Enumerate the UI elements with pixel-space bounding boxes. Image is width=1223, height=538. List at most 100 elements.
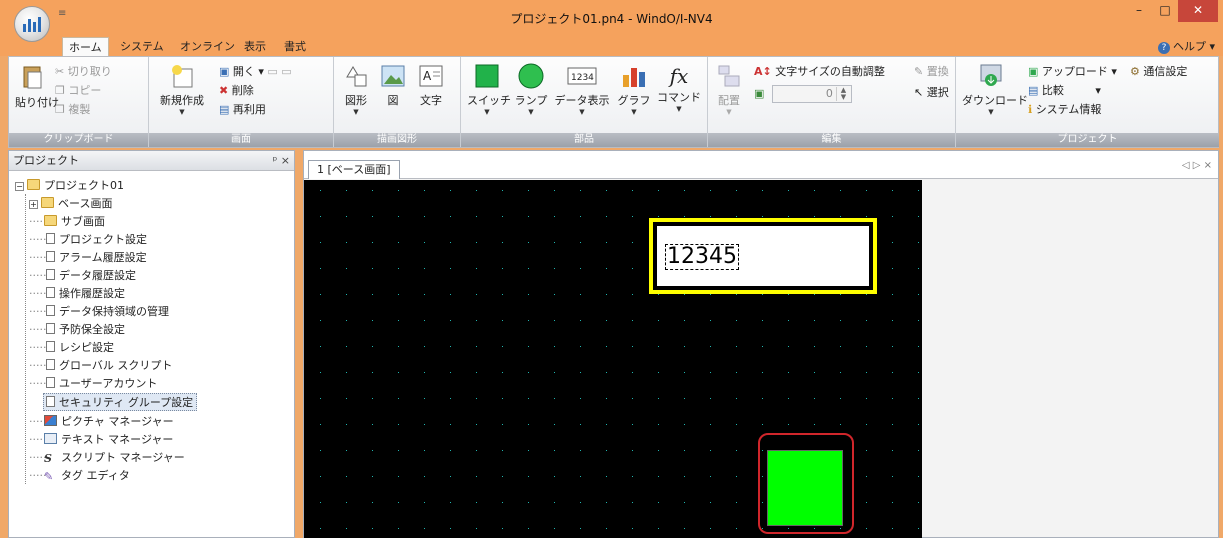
tab-home[interactable]: ホーム <box>62 37 109 56</box>
expand-icon[interactable]: + <box>29 200 38 209</box>
delete-button[interactable]: ✖ 削除 <box>219 82 254 98</box>
new-screen-button[interactable]: 新規作成 ▼ <box>157 63 207 116</box>
shape-label: 図形 <box>345 94 367 107</box>
lamp-label: ランプ <box>514 94 548 107</box>
replace-icon: ✎ <box>914 65 924 78</box>
auto-font-size-button[interactable]: A↕ 文字サイズの自動調整 <box>754 63 885 79</box>
duplicate-icon: ❐ <box>55 103 65 116</box>
reuse-label: 再利用 <box>232 103 266 116</box>
project-pane-header: プロジェクト ᵖ × <box>9 151 294 171</box>
bar-chart-icon <box>623 68 645 87</box>
ribbon-tab-row: ホーム システム オンライン 表示 書式 ? ヘルプ ▾ <box>0 34 1223 56</box>
delete-label: 削除 <box>231 84 254 97</box>
spin-arrows[interactable]: ▲ ▼ <box>835 87 850 101</box>
tab-base-screen-1[interactable]: 1 [ベース画面] <box>308 160 400 179</box>
application-menu-button[interactable] <box>14 6 50 42</box>
scissors-icon: ✂ <box>55 65 65 78</box>
command-button[interactable]: fx コマンド ▼ <box>657 63 701 113</box>
select-button[interactable]: ↖ 選択 <box>914 84 949 100</box>
system-info-button[interactable]: ℹ システム情報 <box>1028 101 1101 117</box>
lamp-icon <box>518 63 544 89</box>
reuse-button[interactable]: ▤ 再利用 <box>219 101 266 117</box>
close-button[interactable]: ✕ <box>1178 0 1218 22</box>
parts-group: スイッチ ▼ ランプ ▼ 1234 データ表示 ▼ グラフ ▼ fx コマンド … <box>461 57 708 147</box>
shape-button[interactable]: 図形 ▼ <box>340 63 372 116</box>
lamp-part[interactable] <box>767 450 843 526</box>
comm-settings-button[interactable]: ⚙ 通信設定 <box>1130 63 1187 79</box>
tree-item-label: プロジェクト設定 <box>59 233 147 246</box>
tree-item-project-settings[interactable]: ····· プロジェクト設定 <box>29 231 147 249</box>
open-button[interactable]: ▣ 開く ▾ ▭ ▭ <box>219 63 292 79</box>
document-area: 1 [ベース画面] ◁ ▷ × 12345 <box>303 150 1219 538</box>
duplicate-button[interactable]: ❐ 複製 <box>55 101 90 117</box>
switch-button[interactable]: スイッチ ▼ <box>467 63 511 116</box>
collapse-icon[interactable]: − <box>15 182 24 191</box>
tree-item-data-retention[interactable]: ····· データ保持領域の管理 <box>29 303 169 321</box>
clipboard-group-label: クリップボード <box>9 133 148 147</box>
tree-item-text-manager[interactable]: ····· テキスト マネージャー <box>29 431 173 449</box>
data-display-button[interactable]: 1234 データ表示 ▼ <box>553 63 611 116</box>
paste-button[interactable]: 貼り付け <box>15 63 59 110</box>
replace-button[interactable]: ✎ 置換 <box>914 63 949 79</box>
drawing-group-label: 描画図形 <box>334 133 460 147</box>
document-icon <box>46 377 55 388</box>
project-pane: プロジェクト ᵖ × − プロジェクト01 + ベース画面 ····· サブ画面 ··… <box>8 150 295 538</box>
copy-button[interactable]: ❐ コピー <box>55 82 101 98</box>
tree-item-tag-editor[interactable]: ·····✎ タグ エディタ <box>29 467 130 485</box>
upload-button[interactable]: ▣ アップロード ▾ <box>1028 63 1117 79</box>
arrange-button[interactable]: 配置 ▼ <box>714 63 744 116</box>
text-icon: A <box>419 65 443 87</box>
pane-pin-close-controls[interactable]: ᵖ × <box>273 151 290 170</box>
document-icon <box>46 233 55 244</box>
paste-label: 貼り付け <box>15 96 59 109</box>
tree-item-label: データ保持領域の管理 <box>59 305 169 318</box>
download-button[interactable]: ダウンロード ▼ <box>962 63 1028 116</box>
help-button[interactable]: ? ヘルプ ▾ <box>1157 38 1215 54</box>
figure-button[interactable]: 図 <box>378 63 408 108</box>
spin-control[interactable]: ▣ 0 ▲ ▼ <box>754 85 852 103</box>
tree-item-label: グローバル スクリプト <box>59 359 173 372</box>
tab-view[interactable]: 表示 <box>238 37 272 56</box>
tree-item-script-manager[interactable]: ·····S スクリプト マネージャー <box>29 449 185 467</box>
base-screen-canvas[interactable]: 12345 <box>304 180 922 538</box>
svg-text:A: A <box>423 69 432 83</box>
maximize-button[interactable]: □ <box>1152 0 1178 22</box>
compare-button[interactable]: ▤ 比較 ▾ <box>1028 82 1101 98</box>
graph-button[interactable]: グラフ ▼ <box>617 63 651 116</box>
lamp-button[interactable]: ランプ ▼ <box>513 63 549 116</box>
function-icon: fx <box>669 64 689 88</box>
tree-item-operation-history[interactable]: ····· 操作履歴設定 <box>29 285 125 303</box>
document-icon <box>46 287 55 298</box>
tree-item-user-account[interactable]: ····· ユーザーアカウント <box>29 375 157 393</box>
help-label: ヘルプ <box>1172 40 1206 53</box>
duplicate-label: 複製 <box>68 103 91 116</box>
tree-item-data-history[interactable]: ····· データ履歴設定 <box>29 267 136 285</box>
ribbon: 貼り付け ✂ 切り取り ❐ コピー ❐ 複製 クリップボード 新規作成 ▼ ▣ … <box>8 56 1219 148</box>
pointer-icon: ↖ <box>914 86 924 99</box>
tree-item-base-screen[interactable]: + ベース画面 <box>29 195 112 213</box>
document-tab-strip: 1 [ベース画面] ◁ ▷ × <box>304 151 1218 179</box>
delete-icon: ✖ <box>219 84 229 97</box>
tree-item-label: タグ エディタ <box>61 469 130 482</box>
minimize-button[interactable]: – <box>1126 0 1152 22</box>
tree-item-preventive-maintenance[interactable]: ····· 予防保全設定 <box>29 321 125 339</box>
cut-button[interactable]: ✂ 切り取り <box>55 63 112 79</box>
data-display-part[interactable]: 12345 <box>649 218 877 294</box>
tree-item-security-group[interactable]: セキュリティ グループ設定 <box>43 393 198 411</box>
tree-root[interactable]: − プロジェクト01 <box>15 177 124 195</box>
window-title: プロジェクト01.pn4 - WindO/I-NV4 <box>510 12 713 26</box>
tree-item-label: レシピ設定 <box>59 341 114 354</box>
help-icon: ? <box>1157 42 1170 54</box>
tree-item-recipe[interactable]: ····· レシピ設定 <box>29 339 114 357</box>
tree-item-picture-manager[interactable]: ····· ピクチャ マネージャー <box>29 413 174 431</box>
tab-system[interactable]: システム <box>114 37 170 56</box>
tab-online[interactable]: オンライン <box>174 37 241 56</box>
tree-item-sub-screen[interactable]: ····· サブ画面 <box>29 213 105 231</box>
project-pane-title: プロジェクト <box>13 154 79 167</box>
tab-format[interactable]: 書式 <box>278 37 312 56</box>
pane-splitter[interactable] <box>295 150 303 538</box>
tab-scroll-close-controls[interactable]: ◁ ▷ × <box>1182 160 1212 171</box>
text-button[interactable]: A 文字 <box>416 63 446 108</box>
tree-item-alarm-history[interactable]: ····· アラーム履歴設定 <box>29 249 147 267</box>
tree-item-global-script[interactable]: ····· グローバル スクリプト <box>29 357 172 375</box>
